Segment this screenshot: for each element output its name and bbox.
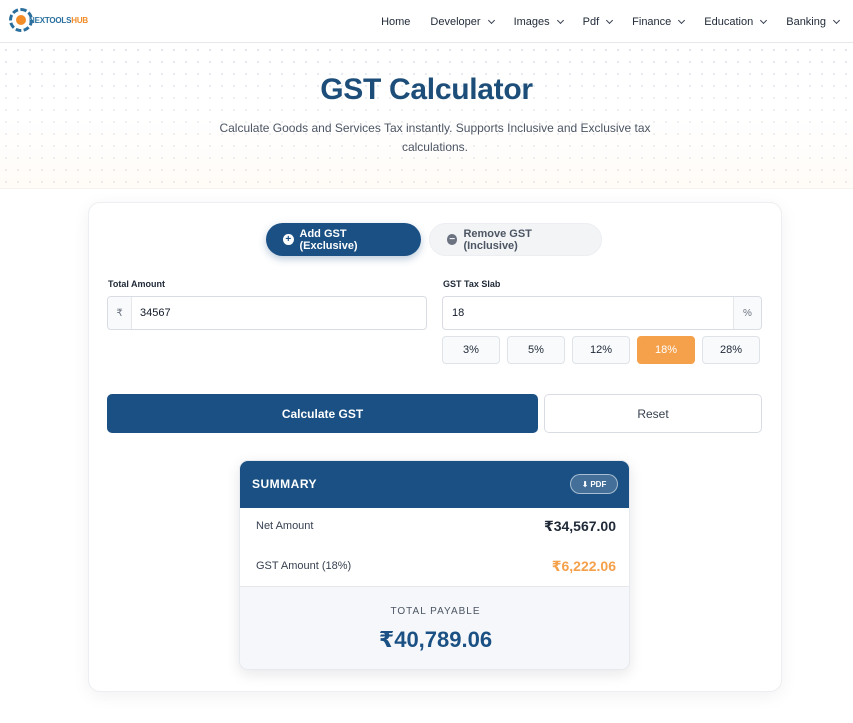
total-amount-input[interactable] [132, 298, 422, 328]
reset-button[interactable]: Reset [544, 394, 762, 433]
add-gst-exclusive-button[interactable]: + Add GST (Exclusive) [266, 223, 421, 256]
total-payable-label: TOTAL PAYABLE [390, 606, 481, 617]
nav-label: Pdf [582, 15, 600, 28]
nav-label: Finance [632, 15, 672, 28]
chevron-down-icon [606, 16, 614, 24]
chevron-down-icon [760, 16, 768, 24]
minus-circle-icon: − [447, 234, 458, 245]
nav-item-home[interactable]: Home [371, 0, 420, 43]
gst-amount-value: ₹6,222.06 [551, 558, 616, 574]
slab-5-button[interactable]: 5% [507, 336, 565, 364]
total-payable-section: TOTAL PAYABLE ₹40,789.06 [240, 586, 629, 669]
gst-slab-buttons: 3% 5% 12% 18% 28% [442, 336, 760, 364]
nav-item-education[interactable]: Education [694, 0, 776, 43]
plus-circle-icon: + [283, 234, 294, 245]
logo-text: NEXTOOLSHUB [29, 15, 88, 25]
nav-label: Banking [786, 15, 826, 28]
total-amount-field: ₹ [107, 296, 427, 330]
chevron-down-icon [556, 16, 564, 24]
gst-tax-slab-label: GST Tax Slab [443, 279, 501, 289]
nav-label: Images [513, 15, 550, 28]
slab-12-button[interactable]: 12% [572, 336, 630, 364]
rupee-prefix: ₹ [108, 297, 132, 329]
add-gst-label: Add GST (Exclusive) [299, 227, 358, 252]
mode-toggle: + Add GST (Exclusive) − Remove GST (Incl… [266, 223, 602, 256]
download-pdf-button[interactable]: ⬇ PDF [570, 474, 618, 494]
net-amount-label: Net Amount [256, 520, 314, 532]
total-amount-label: Total Amount [108, 279, 165, 289]
top-navbar: NEXTOOLSHUB Home Developer Images Pdf Fi… [0, 0, 853, 43]
total-payable-value: ₹40,789.06 [378, 627, 493, 652]
remove-gst-inclusive-button[interactable]: − Remove GST (Inclusive) [429, 223, 602, 256]
gear-logo-icon [9, 8, 33, 32]
nav-label: Home [381, 15, 411, 28]
nav-item-pdf[interactable]: Pdf [573, 0, 623, 43]
nav-item-images[interactable]: Images [504, 0, 573, 43]
gst-rate-field: % [442, 296, 762, 330]
hero-gradient-overlay [0, 44, 853, 189]
remove-gst-label: Remove GST (Inclusive) [463, 227, 532, 252]
calculate-gst-button[interactable]: Calculate GST [107, 394, 538, 433]
summary-header: SUMMARY ⬇ PDF [240, 461, 629, 508]
nav-item-banking[interactable]: Banking [776, 0, 849, 43]
summary-panel: SUMMARY ⬇ PDF Net Amount ₹34,567.00 GST … [239, 460, 630, 670]
gst-amount-label: GST Amount (18%) [256, 560, 352, 572]
page-subtitle: Calculate Goods and Services Tax instant… [219, 121, 651, 154]
site-logo[interactable]: NEXTOOLSHUB [9, 7, 88, 33]
net-amount-row: Net Amount ₹34,567.00 [240, 508, 629, 548]
nav-item-finance[interactable]: Finance [622, 0, 694, 43]
download-icon: ⬇ [581, 479, 589, 489]
chevron-down-icon [832, 16, 841, 24]
nav-item-developer[interactable]: Developer [420, 0, 503, 43]
summary-title: SUMMARY [252, 477, 318, 491]
nav-label: Education [704, 15, 754, 28]
chevron-down-icon [678, 16, 686, 24]
gst-amount-row: GST Amount (18%) ₹6,222.06 [240, 548, 629, 588]
slab-3-button[interactable]: 3% [442, 336, 500, 364]
slab-18-button[interactable]: 18% [637, 336, 695, 364]
chevron-down-icon [487, 16, 495, 24]
percent-suffix: % [733, 297, 761, 329]
pdf-label: PDF [590, 479, 607, 489]
gst-rate-input[interactable] [443, 298, 733, 328]
nav-label: Developer [430, 15, 481, 28]
nav-menu: Home Developer Images Pdf Finance Educat… [371, 0, 849, 43]
net-amount-value: ₹34,567.00 [543, 518, 616, 534]
page-title: GST Calculator [320, 73, 533, 106]
slab-28-button[interactable]: 28% [702, 336, 760, 364]
